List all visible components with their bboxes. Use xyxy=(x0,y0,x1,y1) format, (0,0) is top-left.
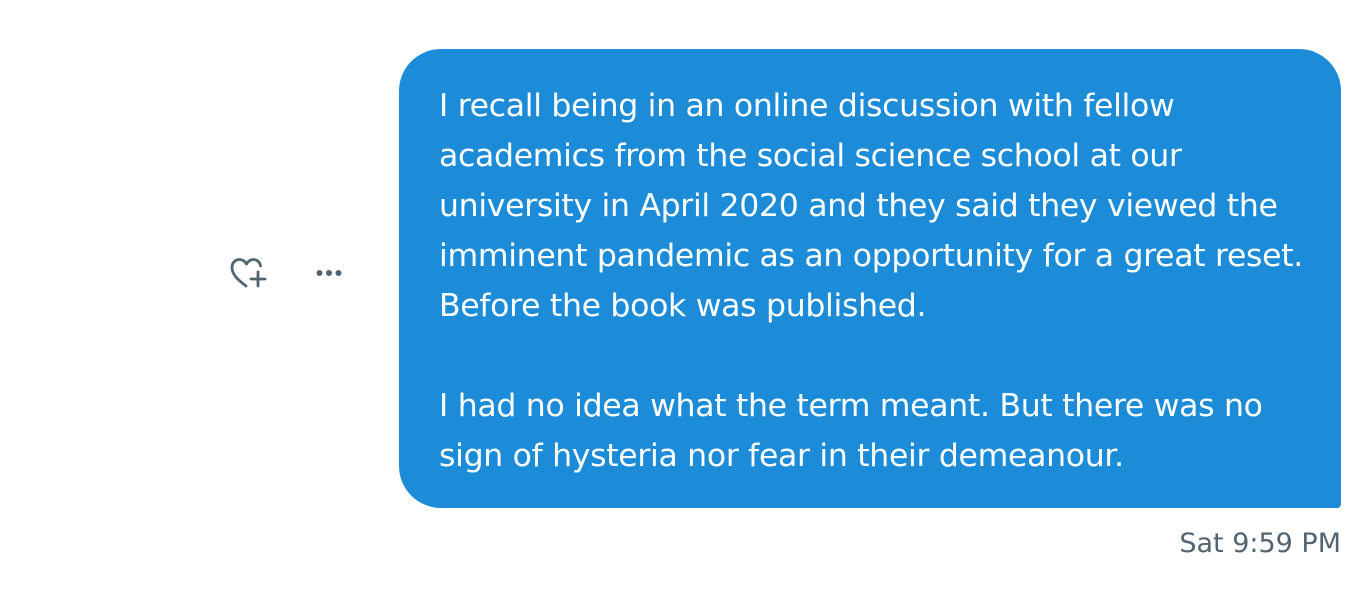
message-bubble[interactable]: I recall being in an online discussion w… xyxy=(399,49,1341,508)
more-options-button[interactable] xyxy=(307,251,351,295)
message-paragraph: I had no idea what the term meant. But t… xyxy=(439,388,1263,474)
message-paragraph: I recall being in an online discussion w… xyxy=(439,88,1304,324)
message-timestamp: Sat 9:59 PM xyxy=(1179,528,1341,559)
heart-plus-icon xyxy=(230,258,267,288)
add-reaction-button[interactable] xyxy=(225,251,269,295)
dm-conversation: I recall being in an online discussion w… xyxy=(0,0,1360,591)
message-actions xyxy=(230,258,344,288)
more-horizontal-icon xyxy=(316,270,342,276)
